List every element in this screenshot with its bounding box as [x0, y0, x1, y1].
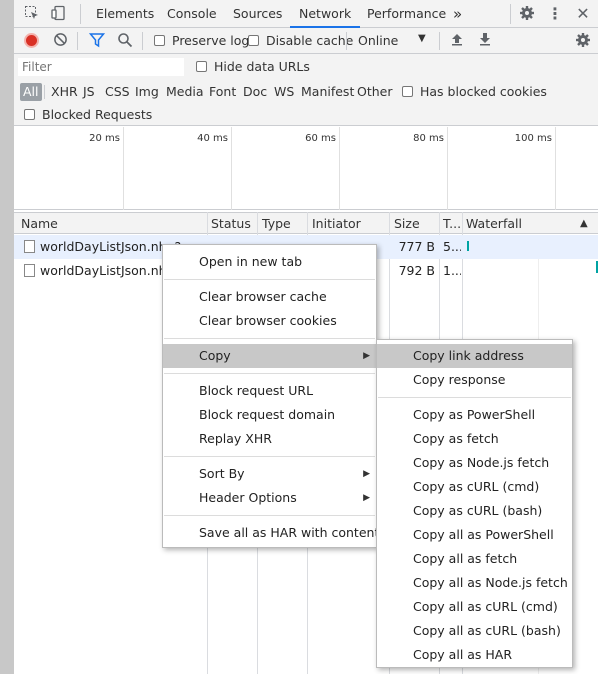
kebab-menu-icon[interactable]: ⋮: [546, 5, 564, 23]
timeline-tick: 80 ms: [413, 133, 444, 144]
chevron-down-icon[interactable]: ▼: [418, 33, 426, 44]
timeline-tick: 40 ms: [197, 133, 228, 144]
menu-clear-browser-cache[interactable]: Clear browser cache: [163, 285, 376, 309]
menu-copy-response[interactable]: Copy response: [377, 368, 572, 392]
filter-type-media[interactable]: Media: [163, 83, 207, 101]
request-size: 777 B: [398, 239, 435, 254]
search-icon[interactable]: [116, 32, 134, 50]
tab-network[interactable]: Network: [290, 0, 361, 28]
menu-save-all-as-har[interactable]: Save all as HAR with content: [163, 521, 379, 545]
menu-sort-by[interactable]: Sort By ▶: [163, 462, 376, 486]
menu-block-request-url[interactable]: Block request URL: [163, 379, 376, 403]
filter-input[interactable]: [18, 58, 184, 76]
filter-type-css[interactable]: CSS: [102, 83, 133, 101]
device-toolbar-icon[interactable]: [50, 5, 68, 23]
timeline-overview[interactable]: 20 ms 40 ms 60 ms 80 ms 100 ms: [14, 127, 598, 210]
export-har-icon[interactable]: [476, 32, 494, 50]
menu-copy-all-as-curl-cmd[interactable]: Copy all as cURL (cmd): [377, 595, 572, 619]
preserve-log-checkbox[interactable]: [154, 35, 165, 46]
import-har-icon[interactable]: [448, 32, 466, 50]
blocked-requests-checkbox[interactable]: [24, 109, 35, 120]
menu-copy-as-fetch[interactable]: Copy as fetch: [377, 427, 572, 451]
has-blocked-cookies-checkbox[interactable]: [402, 86, 413, 97]
menu-copy-label: Copy: [199, 348, 231, 363]
filter-type-ws[interactable]: WS: [271, 83, 297, 101]
menu-header-options-label: Header Options: [199, 490, 297, 505]
request-time: 5...: [443, 239, 461, 254]
menu-copy[interactable]: Copy ▶: [163, 344, 376, 368]
filter-type-manifest[interactable]: Manifest: [298, 83, 357, 101]
document-icon: [24, 240, 35, 253]
menu-copy-as-powershell[interactable]: Copy as PowerShell: [377, 403, 572, 427]
timeline-tick: 60 ms: [305, 133, 336, 144]
filter-type-doc[interactable]: Doc: [240, 83, 270, 101]
menu-copy-all-as-powershell[interactable]: Copy all as PowerShell: [377, 523, 572, 547]
column-header-waterfall[interactable]: Waterfall: [466, 216, 522, 231]
filter-bar: Hide data URLs All XHR JS CSS Img Media …: [14, 54, 598, 126]
column-header-status[interactable]: Status: [211, 216, 251, 231]
menu-copy-all-as-nodejs-fetch[interactable]: Copy all as Node.js fetch: [377, 571, 572, 595]
hide-data-urls-checkbox[interactable]: [196, 61, 207, 72]
request-time: 1...: [443, 263, 461, 278]
tab-elements[interactable]: Elements: [96, 0, 154, 28]
filter-type-xhr[interactable]: XHR: [48, 83, 81, 101]
close-icon[interactable]: ✕: [574, 5, 592, 23]
menu-copy-all-as-curl-bash[interactable]: Copy all as cURL (bash): [377, 619, 572, 643]
column-header-type[interactable]: Type: [262, 216, 291, 231]
disable-cache-checkbox[interactable]: [248, 35, 259, 46]
menu-open-in-new-tab[interactable]: Open in new tab: [163, 250, 376, 274]
column-header-size[interactable]: Size: [394, 216, 420, 231]
timeline-tick: 20 ms: [89, 133, 120, 144]
submenu-arrow-icon: ▶: [363, 469, 370, 479]
more-tabs-button[interactable]: »: [453, 0, 462, 28]
clear-icon[interactable]: [51, 32, 69, 50]
throttling-select[interactable]: Online: [358, 33, 398, 48]
devtools-tab-bar: Elements Console Sources Network Perform…: [14, 0, 598, 28]
menu-copy-as-curl-cmd[interactable]: Copy as cURL (cmd): [377, 475, 572, 499]
blocked-requests-label: Blocked Requests: [42, 107, 153, 122]
request-context-menu: Open in new tab Clear browser cache Clea…: [162, 244, 379, 548]
left-panel-edge: [0, 0, 14, 674]
disable-cache-label: Disable cache: [266, 33, 354, 48]
column-header-initiator[interactable]: Initiator: [312, 216, 361, 231]
filter-type-all[interactable]: All: [20, 83, 42, 101]
menu-copy-all-as-fetch[interactable]: Copy all as fetch: [377, 547, 572, 571]
filter-type-font[interactable]: Font: [206, 83, 239, 101]
menu-sort-by-label: Sort By: [199, 466, 245, 481]
document-icon: [24, 264, 35, 277]
menu-copy-link-address[interactable]: Copy link address: [377, 344, 572, 368]
filter-type-js[interactable]: JS: [80, 83, 98, 101]
sort-ascending-icon: ▲: [580, 218, 588, 229]
hide-data-urls-label: Hide data URLs: [214, 59, 310, 74]
network-toolbar: Preserve log Disable cache Online ▼: [14, 28, 598, 54]
menu-header-options[interactable]: Header Options ▶: [163, 486, 376, 510]
copy-submenu: Copy link address Copy response Copy as …: [376, 339, 573, 668]
inspect-element-icon[interactable]: [23, 5, 41, 23]
menu-copy-as-curl-bash[interactable]: Copy as cURL (bash): [377, 499, 572, 523]
tab-sources[interactable]: Sources: [233, 0, 282, 28]
menu-clear-browser-cookies[interactable]: Clear browser cookies: [163, 309, 376, 333]
tab-console[interactable]: Console: [167, 0, 217, 28]
tab-performance[interactable]: Performance: [367, 0, 446, 28]
request-size: 792 B: [398, 263, 435, 278]
menu-block-request-domain[interactable]: Block request domain: [163, 403, 376, 427]
submenu-arrow-icon: ▶: [363, 493, 370, 503]
submenu-arrow-icon: ▶: [363, 351, 370, 361]
filter-type-other[interactable]: Other: [354, 83, 396, 101]
menu-copy-as-nodejs-fetch[interactable]: Copy as Node.js fetch: [377, 451, 572, 475]
requests-table-header: Name Status Type Initiator Size T... Wat…: [14, 212, 598, 234]
preserve-log-label: Preserve log: [172, 33, 250, 48]
column-header-time[interactable]: T...: [443, 216, 461, 231]
menu-copy-all-as-har[interactable]: Copy all as HAR: [377, 643, 572, 667]
timeline-tick: 100 ms: [514, 133, 552, 144]
has-blocked-cookies-label: Has blocked cookies: [420, 84, 547, 99]
settings-gear-icon[interactable]: [518, 5, 536, 23]
filter-type-img[interactable]: Img: [132, 83, 162, 101]
column-header-name[interactable]: Name: [21, 216, 58, 231]
menu-replay-xhr[interactable]: Replay XHR: [163, 427, 376, 451]
waterfall-bar: [467, 241, 469, 251]
network-settings-gear-icon[interactable]: [574, 32, 592, 50]
record-icon[interactable]: [24, 33, 39, 48]
filter-icon[interactable]: [88, 32, 106, 50]
